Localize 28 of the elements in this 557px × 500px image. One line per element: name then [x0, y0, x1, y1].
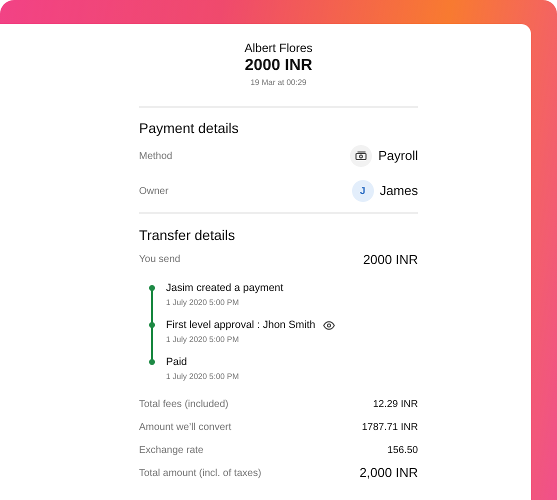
- payment-date: 19 Mar at 00:29: [250, 77, 307, 89]
- owner-avatar: J: [352, 180, 374, 202]
- timeline-event: First level approval : Jhon Smith: [166, 318, 316, 332]
- timeline-event: Jasim created a payment: [166, 282, 284, 294]
- section-title: Transfer details: [139, 226, 236, 244]
- eye-icon[interactable]: [323, 320, 336, 330]
- send-amount: 2000 INR: [363, 251, 418, 269]
- summary-value: 156.50: [387, 444, 418, 458]
- banknote-icon: [355, 151, 368, 161]
- summary-label: Total fees (included): [139, 398, 228, 412]
- timeline-time: 1 July 2020 5:00 PM: [166, 334, 240, 346]
- detail-label: Owner: [139, 184, 168, 198]
- summary-label: Total amount (incl. of taxes): [139, 466, 262, 480]
- recipient-name: Albert Flores: [244, 40, 313, 56]
- detail-label: Method: [139, 150, 172, 164]
- detail-label: You send: [139, 253, 180, 268]
- section-title: Payment details: [139, 119, 240, 137]
- summary-label: Amount we’ll convert: [139, 420, 232, 434]
- summary-label: Exchange rate: [139, 444, 204, 458]
- timeline-time: 1 July 2020 5:00 PM: [166, 370, 240, 383]
- summary-value: 1787.71 INR: [362, 420, 418, 434]
- timeline-event: Paid: [166, 356, 188, 368]
- detail-value: Payroll: [378, 147, 418, 166]
- summary-value: 12.29 INR: [372, 398, 418, 412]
- timeline-time: 1 July 2020 5:00 PM: [166, 296, 240, 309]
- detail-value: James: [380, 182, 418, 200]
- header-amount: 2000 INR: [244, 56, 312, 76]
- summary-value: 2,000 INR: [359, 464, 418, 482]
